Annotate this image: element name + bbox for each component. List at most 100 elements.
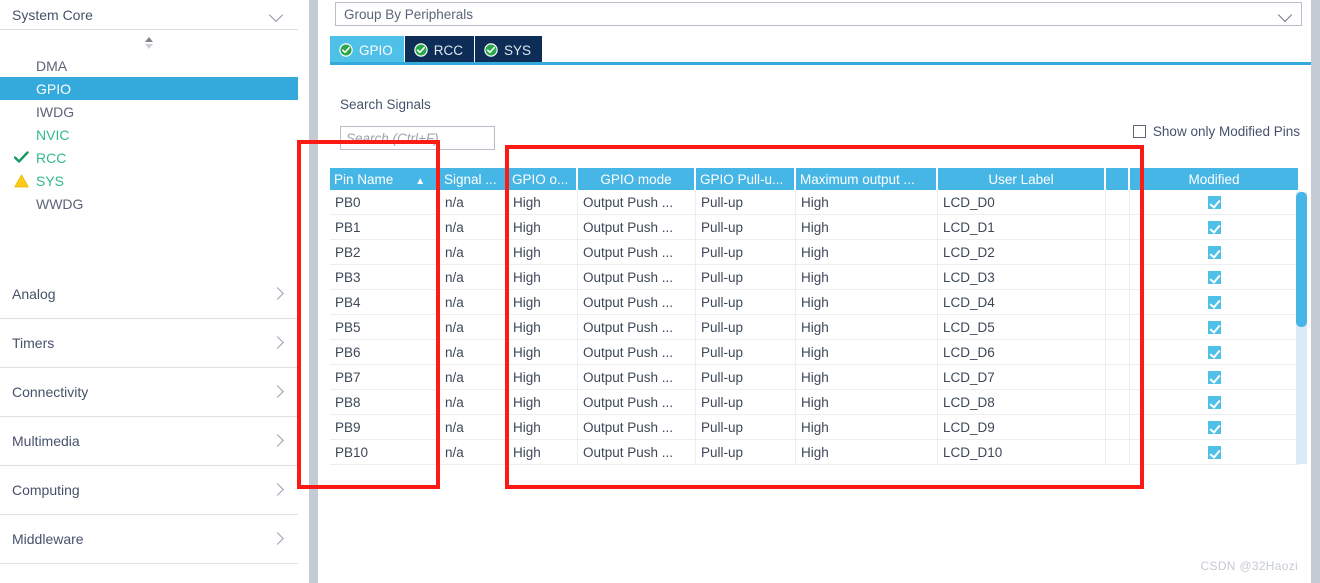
cell-gpio-output-level[interactable]: High [508,340,578,365]
cell-gpio-mode[interactable]: Output Push ... [578,240,696,265]
chevron-down-icon[interactable] [1279,10,1293,19]
cell-gpio-pull[interactable]: Pull-up [696,340,796,365]
cell-modified[interactable] [1130,240,1300,265]
checkbox-checked-icon[interactable] [1208,296,1221,310]
cell-maximum-output-speed[interactable]: High [796,240,938,265]
table-vertical-scrollbar-thumb[interactable] [1296,192,1307,327]
cell-gpio-mode[interactable]: Output Push ... [578,215,696,240]
cell-gpio-mode[interactable]: Output Push ... [578,265,696,290]
cell-pin-name[interactable]: PB4 [330,290,440,315]
cell-gpio-pull[interactable]: Pull-up [696,315,796,340]
cell-modified[interactable] [1130,315,1300,340]
checkbox-checked-icon[interactable] [1208,371,1221,385]
cell-pin-name[interactable]: PB6 [330,340,440,365]
sidebar-item-dma[interactable]: DMA [0,54,298,77]
column-header-signal[interactable]: Signal ... [440,168,508,190]
column-header-modified[interactable]: Modified [1130,168,1300,190]
cell-gpio-pull[interactable]: Pull-up [696,290,796,315]
cell-signal[interactable]: n/a [440,265,508,290]
category-connectivity[interactable]: Connectivity [0,368,298,417]
pane-splitter[interactable] [309,0,318,583]
checkbox-box-icon[interactable] [1132,125,1146,138]
chevron-right-icon[interactable] [272,435,284,447]
checkbox-checked-icon[interactable] [1208,396,1221,410]
checkbox-checked-icon[interactable] [1208,421,1221,435]
cell-user-label[interactable]: LCD_D3 [938,265,1106,290]
cell-modified[interactable] [1130,190,1300,215]
cell-maximum-output-speed[interactable]: High [796,365,938,390]
cell-maximum-output-speed[interactable]: High [796,440,938,465]
cell-modified[interactable] [1130,365,1300,390]
category-timers[interactable]: Timers [0,319,298,368]
cell-gpio-pull[interactable]: Pull-up [696,440,796,465]
cell-gpio-pull[interactable]: Pull-up [696,240,796,265]
cell-gpio-mode[interactable]: Output Push ... [578,390,696,415]
pin-configuration-table-wrap[interactable]: Pin Name ▲ Signal ... GPIO o... GPIO mode… [330,168,1320,498]
cell-pin-name[interactable]: PB9 [330,415,440,440]
cell-user-label[interactable]: LCD_D1 [938,215,1106,240]
column-header-maximum-output-speed[interactable]: Maximum output ... [796,168,938,190]
checkbox-checked-icon[interactable] [1208,346,1221,360]
cell-signal[interactable]: n/a [440,315,508,340]
cell-maximum-output-speed[interactable]: High [796,340,938,365]
checkbox-checked-icon[interactable] [1208,246,1221,260]
cell-modified[interactable] [1130,415,1300,440]
cell-gpio-pull[interactable]: Pull-up [696,215,796,240]
cell-gpio-mode[interactable]: Output Push ... [578,190,696,215]
show-only-modified-pins-checkbox[interactable]: Show only Modified Pins [1132,124,1300,139]
cell-pin-name[interactable]: PB3 [330,265,440,290]
sidebar-item-nvic[interactable]: NVIC [0,123,298,146]
chevron-right-icon[interactable] [272,533,284,545]
sidebar-item-rcc[interactable]: RCC [0,146,298,169]
cell-modified[interactable] [1130,440,1300,465]
category-header-system-core[interactable]: System Core [0,0,298,30]
cell-gpio-output-level[interactable]: High [508,240,578,265]
cell-modified[interactable] [1130,290,1300,315]
tab-rcc[interactable]: RCC [404,36,476,64]
cell-gpio-output-level[interactable]: High [508,215,578,240]
cell-maximum-output-speed[interactable]: High [796,215,938,240]
checkbox-checked-icon[interactable] [1208,196,1221,210]
cell-gpio-output-level[interactable]: High [508,390,578,415]
cell-gpio-output-level[interactable]: High [508,415,578,440]
category-middleware[interactable]: Middleware [0,515,298,564]
cell-maximum-output-speed[interactable]: High [796,190,938,215]
cell-user-label[interactable]: LCD_D0 [938,190,1106,215]
cell-signal[interactable]: n/a [440,290,508,315]
cell-maximum-output-speed[interactable]: High [796,390,938,415]
cell-gpio-pull[interactable]: Pull-up [696,265,796,290]
cell-gpio-mode[interactable]: Output Push ... [578,440,696,465]
cell-signal[interactable]: n/a [440,215,508,240]
cell-gpio-mode[interactable]: Output Push ... [578,415,696,440]
cell-modified[interactable] [1130,265,1300,290]
category-analog[interactable]: Analog [0,270,298,319]
cell-gpio-mode[interactable]: Output Push ... [578,340,696,365]
cell-signal[interactable]: n/a [440,415,508,440]
chevron-right-icon[interactable] [272,484,284,496]
cell-gpio-mode[interactable]: Output Push ... [578,315,696,340]
cell-gpio-output-level[interactable]: High [508,365,578,390]
checkbox-checked-icon[interactable] [1208,321,1221,335]
tab-sys[interactable]: SYS [475,36,544,64]
search-input[interactable] [340,126,495,150]
cell-gpio-pull[interactable]: Pull-up [696,390,796,415]
cell-pin-name[interactable]: PB10 [330,440,440,465]
tab-gpio[interactable]: GPIO [330,36,405,64]
cell-gpio-mode[interactable]: Output Push ... [578,365,696,390]
chevron-down-icon[interactable] [270,10,284,19]
cell-gpio-output-level[interactable]: High [508,440,578,465]
category-computing[interactable]: Computing [0,466,298,515]
cell-modified[interactable] [1130,390,1300,415]
cell-gpio-output-level[interactable]: High [508,265,578,290]
group-by-dropdown[interactable]: Group By Peripherals [335,2,1302,26]
cell-pin-name[interactable]: PB2 [330,240,440,265]
column-header-user-label[interactable]: User Label [938,168,1106,190]
checkbox-checked-icon[interactable] [1208,446,1221,460]
category-multimedia[interactable]: Multimedia [0,417,298,466]
cell-gpio-output-level[interactable]: High [508,315,578,340]
cell-modified[interactable] [1130,215,1300,240]
cell-gpio-pull[interactable]: Pull-up [696,365,796,390]
column-header-gpio-output-level[interactable]: GPIO o... [508,168,578,190]
column-header-pin-name[interactable]: Pin Name ▲ [330,168,440,190]
cell-user-label[interactable]: LCD_D8 [938,390,1106,415]
